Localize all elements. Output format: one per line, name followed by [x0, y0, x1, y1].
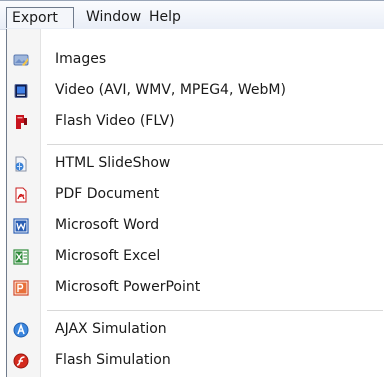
flash-simulation-icon [13, 353, 29, 369]
flash-video-icon [13, 114, 29, 130]
menu-item-label: Microsoft PowerPoint [55, 279, 201, 295]
menu-item-microsoft-excel[interactable]: Microsoft Excel [7, 242, 384, 272]
menu-item-video[interactable]: Video (AVI, WMV, MPEG4, WebM) [7, 76, 384, 106]
menu-item-html-slideshow[interactable]: HTML SlideShow [7, 149, 384, 179]
menu-item-label: Flash Video (FLV) [55, 113, 175, 129]
menu-item-flash-simulation[interactable]: Flash Simulation [7, 346, 384, 376]
export-dropdown-menu: Images Video (AVI, WMV, MPEG4, WebM) Fla… [6, 29, 384, 377]
menu-item-label: PDF Document [55, 186, 160, 202]
excel-icon [13, 249, 29, 265]
menu-item-pdf-document[interactable]: PDF Document [7, 180, 384, 210]
menu-item-microsoft-word[interactable]: Microsoft Word [7, 211, 384, 241]
menu-window[interactable]: Window [86, 7, 141, 28]
menu-item-label: Video (AVI, WMV, MPEG4, WebM) [55, 82, 286, 98]
images-icon [13, 52, 29, 68]
menu-item-microsoft-powerpoint[interactable]: Microsoft PowerPoint [7, 273, 384, 303]
menu-bar-top-border [0, 0, 384, 1]
video-icon [13, 83, 29, 99]
powerpoint-icon [13, 280, 29, 296]
menu-bar: Export Window Help [0, 0, 384, 30]
menu-help[interactable]: Help [149, 7, 181, 28]
pdf-icon [13, 187, 29, 203]
menu-item-label: AJAX Simulation [55, 321, 167, 337]
menu-item-flash-video[interactable]: Flash Video (FLV) [7, 107, 384, 137]
menu-separator [47, 144, 383, 145]
html-slideshow-icon [13, 156, 29, 172]
menu-item-ajax-simulation[interactable]: AJAX Simulation [7, 315, 384, 345]
menu-item-label: HTML SlideShow [55, 155, 171, 171]
word-icon [13, 218, 29, 234]
menu-item-label: Microsoft Excel [55, 248, 161, 264]
menu-export[interactable]: Export [6, 7, 74, 28]
menu-item-images[interactable]: Images [7, 45, 384, 75]
menu-separator [47, 310, 383, 311]
menu-item-label: Flash Simulation [55, 352, 171, 368]
menu-item-label: Images [55, 51, 107, 67]
menu-item-label: Microsoft Word [55, 217, 160, 233]
ajax-icon [13, 322, 29, 338]
